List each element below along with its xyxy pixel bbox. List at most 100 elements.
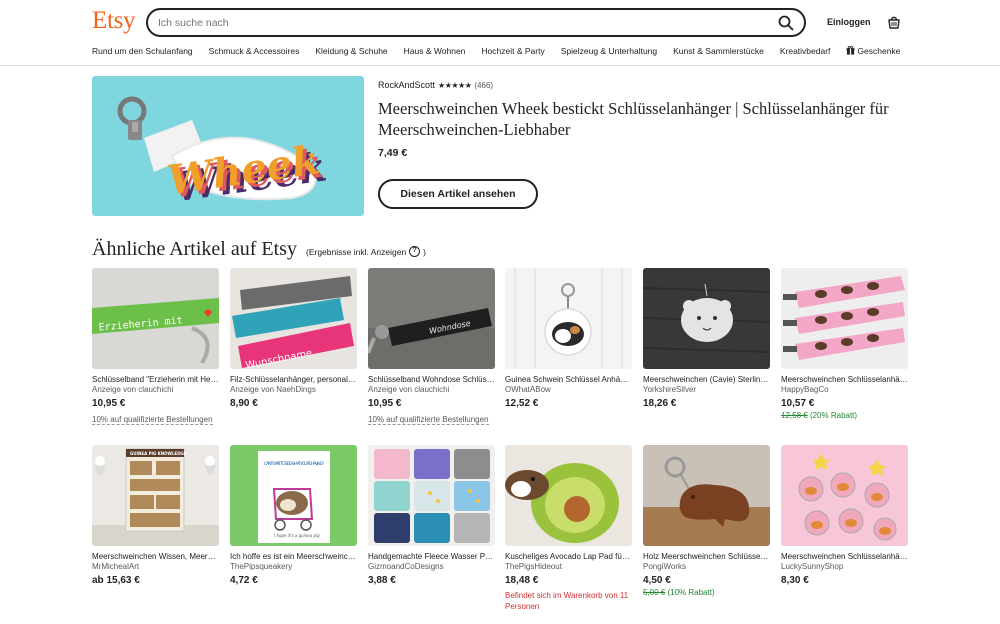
listing-price: 18,48 €	[505, 575, 539, 586]
listing-thumb[interactable]: GUINEA PIG KNOWLEDGE	[92, 445, 219, 546]
svg-text:I hope it's a guinea pig: I hope it's a guinea pig	[274, 533, 320, 538]
etsy-logo[interactable]: Etsy	[92, 7, 136, 35]
listing-card[interactable]: Handgemachte Fleece Wasser Pads Gizmoand…	[368, 445, 495, 586]
listing-title[interactable]: Meerschweinchen (Cavie) Sterling Silber	[643, 375, 770, 384]
listing-card[interactable]: Meerschweinchen (Cavie) Sterling Silber …	[643, 268, 770, 409]
listing-discount-percent: (20% Rabatt)	[809, 411, 858, 420]
help-icon[interactable]: ?	[409, 246, 421, 257]
listing-thumb[interactable]: Erzieherin mit	[92, 268, 219, 369]
listing-thumb[interactable]	[505, 445, 632, 546]
listing-title[interactable]: Kuscheliges Avocado Lap Pad für Meerschw…	[505, 552, 632, 561]
listing-thumb[interactable]	[781, 268, 908, 369]
featured-title[interactable]: Meerschweinchen Wheek bestickt Schlüssel…	[378, 98, 908, 140]
cart-notice: Befindet sich im Warenkorb von 11 Person…	[505, 591, 629, 611]
listing-promo: 10% auf qualifizierte Bestellungen	[368, 415, 489, 425]
listing-title[interactable]: Meerschweinchen Wissen, Meerschweinchen …	[92, 552, 219, 561]
listing-shop: Anzeige von clauchichi	[368, 385, 450, 394]
listing-price: 8,30 €	[781, 575, 809, 586]
nav-item-spielzeug[interactable]: Spielzeug & Unterhaltung	[561, 46, 657, 56]
listing-price: 12,52 €	[505, 398, 539, 409]
listing-card[interactable]: Meerschweinchen Schlüsselanhänger HappyB…	[781, 268, 908, 420]
nav-item-geschenke[interactable]: Geschenke	[846, 45, 901, 56]
category-nav: Rund um den Schulanfang Schmuck & Access…	[92, 45, 901, 56]
listing-title[interactable]: Schlüsselband Wohndose Schlüsselanhänger	[368, 375, 495, 384]
nav-item-kreativbedarf[interactable]: Kreativbedarf	[780, 46, 831, 56]
listing-card[interactable]: GUINEA PIG KNOWLEDGE Meerschweinchen Wis…	[92, 445, 219, 586]
listing-thumb[interactable]: Wohndose	[368, 268, 495, 369]
listing-shop: LuckySunnyShop	[781, 562, 844, 571]
listing-thumb[interactable]	[643, 268, 770, 369]
listing-card[interactable]: CAN'T WAIT TO SEE WHAT YOU'RE HAVING! I …	[230, 445, 357, 586]
listing-thumb[interactable]: Wunschname	[230, 268, 357, 369]
listing-thumb[interactable]	[368, 445, 495, 546]
featured-image[interactable]: Wheek Wheek Wheek	[92, 76, 364, 216]
nav-item-schmuck[interactable]: Schmuck & Accessoires	[209, 46, 300, 56]
listing-shop: Anzeige von NaehDings	[230, 385, 316, 394]
listing-discount-percent: (10% Rabatt)	[667, 588, 715, 597]
listing-card[interactable]: Kuscheliges Avocado Lap Pad für Meerschw…	[505, 445, 632, 612]
listing-title[interactable]: Schlüsselband "Erzieherin mit Herz"	[92, 375, 219, 384]
search-icon[interactable]	[778, 15, 794, 31]
nav-item-geschenke-label: Geschenke	[857, 46, 901, 56]
listing-card[interactable]: Erzieherin mit Schlüsselband "Erzieherin…	[92, 268, 219, 427]
listing-title[interactable]: Meerschweinchen Schlüsselanhänger	[781, 375, 908, 384]
star-rating-icon: ★★★★★	[438, 80, 472, 90]
listing-discount: 12,58 € (20% Rabatt)	[781, 411, 908, 420]
listing-title[interactable]: Handgemachte Fleece Wasser Pads	[368, 552, 495, 561]
svg-text:GUINEA PIG KNOWLEDGE: GUINEA PIG KNOWLEDGE	[130, 451, 187, 456]
svg-text:CAN'T WAIT TO SEE WHAT YOU'RE: CAN'T WAIT TO SEE WHAT YOU'RE HAVING!	[264, 461, 324, 467]
listing-old-price: 5,00 €	[643, 588, 666, 597]
nav-item-kunst[interactable]: Kunst & Sammlerstücke	[673, 46, 764, 56]
listing-price: 8,90 €	[230, 398, 258, 409]
listing-price: 4,72 €	[230, 575, 258, 586]
gift-icon	[846, 45, 855, 55]
listing-card[interactable]: Wunschname Filz-Schlüsselanhänger, perso…	[230, 268, 357, 409]
listing-promo: 10% auf qualifizierte Bestellungen	[92, 415, 213, 425]
nav-item-schulanfang[interactable]: Rund um den Schulanfang	[92, 46, 193, 56]
ads-note-text: (Ergebnisse inkl. Anzeigen	[306, 246, 407, 257]
listing-title[interactable]: Meerschweinchen Schlüsselanhänger Acryl	[781, 552, 908, 561]
listing-shop: HappyBagCo	[781, 385, 829, 394]
cart-icon[interactable]	[886, 14, 902, 30]
signin-link[interactable]: Einloggen	[827, 17, 871, 27]
listing-price: 10,95 €	[368, 398, 402, 409]
listing-shop: OWhatABow	[505, 385, 551, 394]
listing-title[interactable]: Holz Meerschweinchen Schlüsselanhänger	[643, 552, 770, 561]
nav-item-kleidung[interactable]: Kleidung & Schuhe	[315, 46, 387, 56]
listing-card[interactable]: Meerschweinchen Schlüsselanhänger Acryl …	[781, 445, 908, 586]
listing-discount: 5,00 € (10% Rabatt)	[643, 588, 770, 597]
listing-price: 10,95 €	[92, 398, 126, 409]
listing-thumb[interactable]: CAN'T WAIT TO SEE WHAT YOU'RE HAVING! I …	[230, 445, 357, 546]
listing-card[interactable]: Guinea Schwein Schlüssel Anhänger OWhatA…	[505, 268, 632, 409]
listing-shop: YorkshireSilver	[643, 385, 697, 394]
listing-card[interactable]: Wohndose Schlüsselband Wohndose Schlüsse…	[368, 268, 495, 427]
listing-price: 3,88 €	[368, 575, 396, 586]
listing-old-price: 12,58 €	[781, 411, 808, 420]
listing-price: 18,26 €	[643, 398, 677, 409]
view-item-button[interactable]: Diesen Artikel ansehen	[378, 179, 538, 209]
listing-price: 10,57 €	[781, 398, 815, 409]
listing-thumb[interactable]	[643, 445, 770, 546]
search-input[interactable]	[158, 14, 758, 32]
featured-price: 7,49 €	[378, 147, 408, 159]
review-count: (466)	[474, 80, 494, 90]
ads-note: (Ergebnisse inkl. Anzeigen ?)	[306, 246, 426, 257]
featured-shop-name[interactable]: RockAndScott	[378, 80, 435, 90]
listing-title[interactable]: Filz-Schlüsselanhänger, personalisiert	[230, 375, 357, 384]
search-bar[interactable]	[146, 8, 806, 37]
section-title: Ähnliche Artikel auf Etsy	[92, 238, 297, 260]
listing-card[interactable]: Holz Meerschweinchen Schlüsselanhänger P…	[643, 445, 770, 597]
listing-thumb[interactable]	[781, 445, 908, 546]
listing-shop: ThePigsHideout	[505, 562, 562, 571]
listing-shop: GizmoandCoDesigns	[368, 562, 444, 571]
listing-shop: Anzeige von clauchichi	[92, 385, 174, 394]
listing-title[interactable]: Guinea Schwein Schlüssel Anhänger	[505, 375, 632, 384]
featured-shop-line: RockAndScott ★★★★★ (466)	[378, 80, 493, 90]
listing-title[interactable]: Ich hoffe es ist ein Meerschweinchen Kar…	[230, 552, 357, 561]
listing-thumb[interactable]	[505, 268, 632, 369]
ads-note-close: )	[423, 246, 427, 257]
nav-item-haus[interactable]: Haus & Wohnen	[404, 46, 466, 56]
listing-shop: PongiWorks	[643, 562, 686, 571]
site-header: Etsy Einloggen Rund um den Schulanfang S…	[0, 0, 1000, 66]
nav-item-hochzeit[interactable]: Hochzeit & Party	[481, 46, 544, 56]
